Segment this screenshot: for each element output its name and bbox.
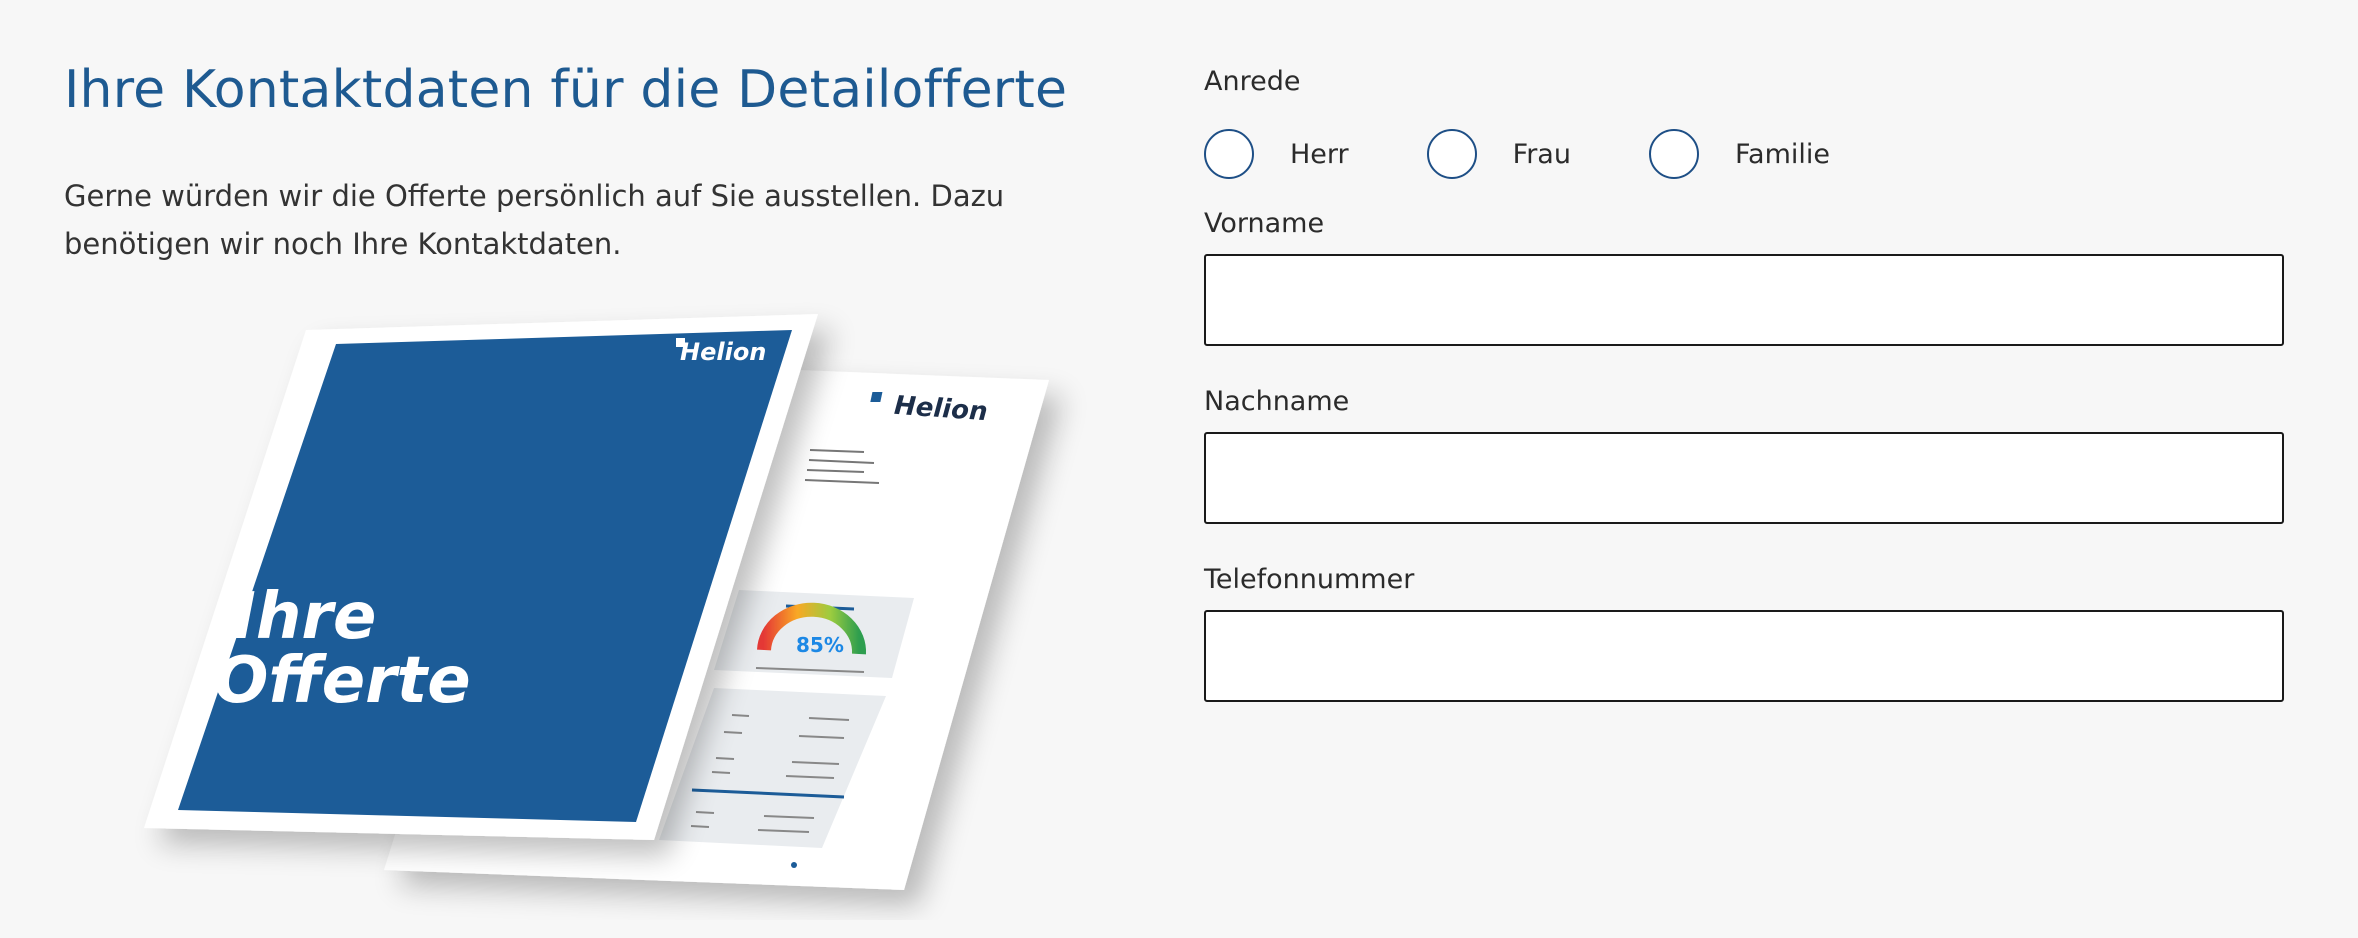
intro-text: Gerne würden wir die Offerte persönlich …	[64, 179, 1005, 261]
lastname-input[interactable]	[1204, 432, 2284, 524]
contact-details-page: Ihre Kontaktdaten für die Detailofferte …	[0, 0, 2358, 938]
salutation-option-herr[interactable]: Herr	[1204, 129, 1349, 179]
efficiency-gauge-card: 85%	[714, 590, 914, 678]
intro-column: Ihre Kontaktdaten für die Detailofferte …	[64, 0, 1124, 938]
page-title: Ihre Kontaktdaten für die Detailofferte	[64, 60, 1068, 120]
radio-frau-label: Frau	[1512, 138, 1571, 170]
radio-frau[interactable]	[1426, 129, 1477, 179]
firstname-input[interactable]	[1204, 254, 2284, 346]
helion-logo-front: Helion	[676, 338, 766, 366]
radio-herr[interactable]	[1204, 129, 1254, 179]
gauge-value: 85%	[796, 633, 844, 657]
salutation-label: Anrede	[1204, 66, 1301, 97]
radio-familie[interactable]	[1648, 129, 1699, 179]
cover-title-line2: Offerte	[214, 644, 471, 718]
salutation-radio-group: Herr Frau Familie	[1204, 126, 1908, 182]
radio-familie-label: Familie	[1734, 138, 1830, 170]
firstname-label: Vorname	[1204, 208, 1325, 239]
phone-input[interactable]	[1204, 610, 2284, 702]
lastname-label: Nachname	[1204, 386, 1350, 417]
radio-herr-label: Herr	[1290, 138, 1349, 170]
helion-logo-front-text: Helion	[680, 338, 766, 366]
phone-label: Telefonnummer	[1204, 564, 1415, 595]
offer-brochure-illustration: Helion 85% Helion Ihre Offerte	[144, 314, 1049, 890]
salutation-option-familie[interactable]: Familie	[1648, 129, 1830, 179]
cover-title-line1: Ihre	[232, 580, 376, 654]
salutation-option-frau[interactable]: Frau	[1426, 129, 1571, 179]
